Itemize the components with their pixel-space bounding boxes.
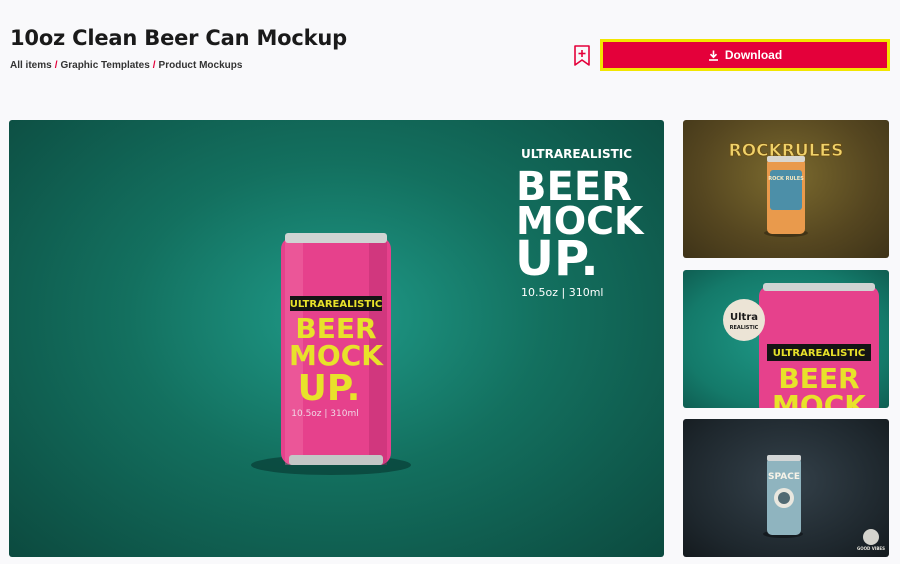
main-preview-image[interactable]: ULTRAREALISTIC BEER MOCK UP. 10.5oz | 31… (9, 120, 664, 557)
thumbnail-3[interactable]: SPACE GOOD VIBES (683, 419, 889, 557)
thumbnail-2[interactable]: ULTRAREALISTIC BEER MOCK Ultra REALISTIC (683, 270, 889, 408)
breadcrumb-all-items[interactable]: All items (10, 60, 52, 71)
page-title: 10oz Clean Beer Can Mockup (10, 26, 347, 50)
thumbnail-can-line-2: MOCK (772, 389, 867, 408)
breadcrumb-graphic-templates[interactable]: Graphic Templates (60, 60, 149, 71)
download-button-outline: Download (600, 39, 890, 71)
breadcrumb: All items / Graphic Templates / Product Mock… (10, 60, 242, 71)
breadcrumb-separator: / (54, 60, 58, 71)
thumbnail-1[interactable]: ROCKRULES ROCK RULES (683, 120, 889, 258)
can-line-3: UP. (298, 368, 361, 409)
download-icon (708, 50, 718, 61)
thumbnail-can-label: ULTRAREALISTIC (773, 348, 866, 359)
can-size: 10.5oz | 310ml (291, 409, 358, 419)
breadcrumb-separator: / (152, 60, 156, 71)
headline-top: ULTRAREALISTIC (521, 147, 632, 161)
thumbnail-can-text: SPACE (768, 472, 800, 482)
breadcrumb-product-mockups[interactable]: Product Mockups (159, 60, 243, 71)
download-label: Download (724, 48, 783, 62)
can-label-top: ULTRAREALISTIC (290, 299, 383, 310)
size-text: 10.5oz | 310ml (521, 286, 603, 299)
headline-line-3: UP. (515, 231, 599, 287)
bookmark-add-icon (574, 45, 590, 66)
bookmark-button[interactable] (572, 44, 592, 68)
thumbnail-badge-sub: REALISTIC (730, 325, 759, 331)
thumbnail-logo: GOOD VIBES (857, 546, 885, 551)
download-button[interactable]: Download (603, 42, 887, 68)
thumbnail-can-text: ROCK RULES (768, 176, 804, 182)
thumbnail-badge: Ultra (730, 312, 758, 323)
